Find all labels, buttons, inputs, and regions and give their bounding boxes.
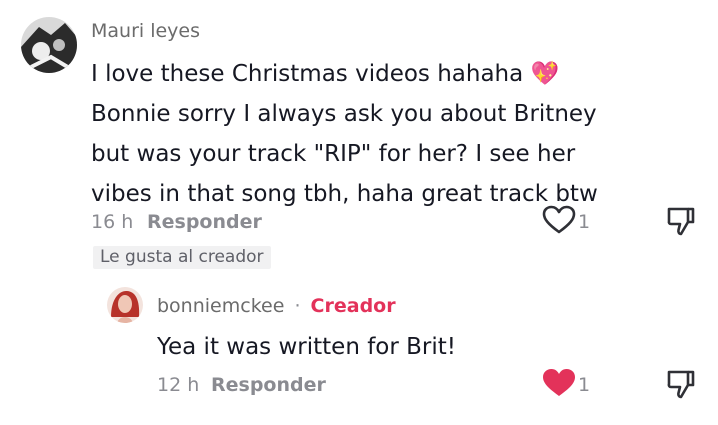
comment-like-button[interactable]: 1 [542, 205, 590, 239]
creator-tag: Creador [310, 295, 396, 317]
comment-text-line: I love these Christmas videos hahaha 💖 [91, 61, 560, 87]
thumbs-down-icon [666, 207, 696, 241]
thumbs-down-icon [666, 370, 696, 404]
reply-text-line: Yea it was written for Brit! [157, 334, 456, 360]
separator: · [294, 295, 301, 317]
reply-like-count: 1 [578, 374, 591, 396]
comment-text: I love these Christmas videos hahaha 💖 B… [91, 54, 598, 214]
creator-avatar[interactable] [107, 287, 143, 323]
comment-text-line: vibes in that song tbh, haha great track… [91, 181, 598, 207]
comment-dislike-button[interactable] [666, 205, 696, 241]
comment-timestamp: 16 h [91, 211, 134, 233]
reply-username[interactable]: bonniemckee [157, 295, 284, 317]
heart-filled-icon [542, 368, 576, 402]
avatar[interactable] [21, 17, 77, 73]
comment-text-line: Bonnie sorry I always ask you about Brit… [91, 101, 597, 127]
comment-text-line: but was your track "RIP" for her? I see … [91, 141, 576, 167]
liked-by-creator-badge: Le gusta al creador [93, 246, 271, 269]
heart-outline-icon [542, 205, 576, 239]
reply-like-button[interactable]: 1 [542, 368, 590, 402]
comment-like-count: 1 [578, 211, 591, 233]
reply-dislike-button[interactable] [666, 368, 696, 404]
comment-username[interactable]: Mauri leyes [91, 20, 200, 42]
reply-reply-button[interactable]: Responder [211, 374, 326, 396]
reply-text: Yea it was written for Brit! [157, 327, 456, 367]
comment-reply-button[interactable]: Responder [147, 211, 262, 233]
reply-timestamp: 12 h [157, 374, 200, 396]
reply-header: bonniemckee · Creador [157, 295, 396, 317]
